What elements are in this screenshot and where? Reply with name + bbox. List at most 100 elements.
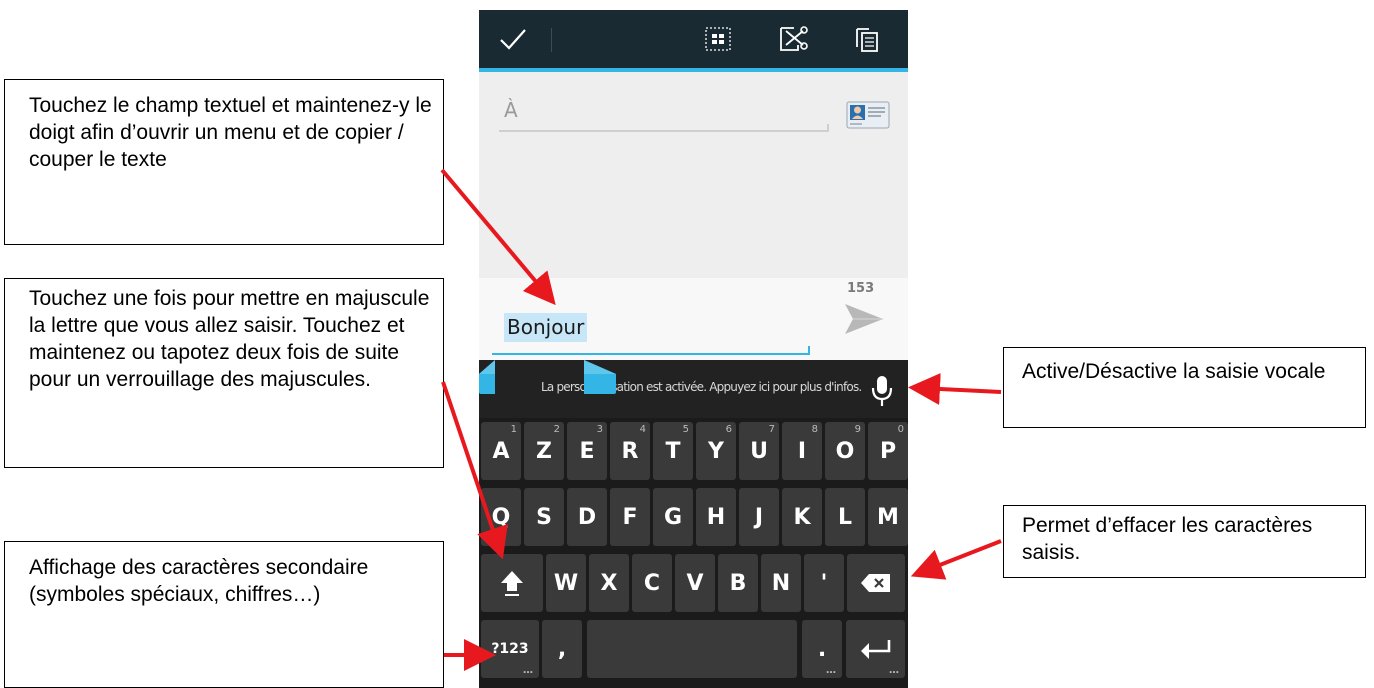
annotation-symbols: Affichage des caractères secondaire (sym… [4, 541, 444, 688]
action-bar [479, 10, 908, 68]
delete-key[interactable] [847, 554, 905, 612]
key-j[interactable]: J [739, 488, 779, 546]
contact-card-icon[interactable] [846, 98, 890, 130]
key-v-label: V [686, 570, 704, 596]
key-t[interactable]: T5 [653, 422, 693, 480]
key-w[interactable]: W [546, 554, 586, 612]
shift-key[interactable] [481, 554, 543, 612]
key-o-label: O [835, 438, 855, 464]
key-g[interactable]: G [653, 488, 693, 546]
key-t-alt-label: 5 [682, 424, 689, 435]
key-f[interactable]: F [610, 488, 650, 546]
key-t-label: T [665, 438, 681, 464]
key-f-label: F [622, 504, 638, 530]
key-k-label: K [793, 504, 811, 530]
comma-key-label: , [557, 636, 567, 662]
key-d-label: D [577, 504, 597, 530]
arrow-voice [908, 373, 1002, 405]
copy-icon[interactable] [851, 10, 883, 68]
key-u-alt-label: 7 [768, 424, 775, 435]
key-c-label: C [643, 570, 661, 596]
key-a[interactable]: A1 [481, 422, 521, 480]
key-u[interactable]: U7 [739, 422, 779, 480]
selection-handle-left-icon[interactable] [479, 360, 511, 394]
key-o-alt-label: 9 [854, 424, 861, 435]
annotation-copy-cut: Touchez le champ textuel et maintenez-y … [4, 79, 444, 245]
key-h[interactable]: H [696, 488, 736, 546]
key-m-label: M [877, 504, 899, 530]
key-y[interactable]: Y6 [696, 422, 736, 480]
key-j-label: J [754, 504, 764, 530]
microphone-icon[interactable] [867, 373, 897, 409]
key-i-label: I [797, 438, 807, 464]
enter-key-more-label: … [889, 665, 899, 676]
key-x[interactable]: X [589, 554, 629, 612]
key-w-label: W [553, 570, 579, 596]
key-b-label: B [729, 570, 747, 596]
recipient-placeholder[interactable]: À [504, 98, 518, 122]
cut-icon[interactable] [775, 10, 811, 68]
key-q-label: Q [491, 504, 511, 530]
key-p-label: P [879, 438, 897, 464]
key-apostrophe-label: ' [820, 570, 828, 596]
annotation-shift: Touchez une fois pour mettre en majuscul… [4, 278, 444, 468]
message-field-underline [492, 353, 810, 355]
suggestion-bar[interactable]: La personnalisation est activée. Appuyez… [479, 360, 908, 418]
selection-handle-right-icon[interactable] [584, 360, 616, 394]
key-z[interactable]: Z2 [524, 422, 564, 480]
key-n[interactable]: N [761, 554, 801, 612]
key-l[interactable]: L [825, 488, 865, 546]
key-n-label: N [771, 570, 791, 596]
period-key-more-label: … [826, 665, 836, 676]
key-z-label: Z [536, 438, 552, 464]
key-r-label: R [621, 438, 639, 464]
key-e[interactable]: E3 [567, 422, 607, 480]
key-e-label: E [579, 438, 595, 464]
char-counter: 153 [847, 281, 875, 296]
recipient-underline-tick [827, 124, 829, 132]
key-e-alt-label: 3 [596, 424, 603, 435]
key-d[interactable]: D [567, 488, 607, 546]
space-key[interactable] [587, 620, 797, 678]
check-icon[interactable] [493, 10, 533, 68]
symbols-key-more-label: … [523, 665, 533, 676]
key-c[interactable]: C [632, 554, 672, 612]
key-s[interactable]: S [524, 488, 564, 546]
key-apostrophe[interactable]: ' [804, 554, 844, 612]
enter-key[interactable]: … [846, 620, 905, 678]
period-key-label: . [817, 636, 827, 662]
key-l-label: L [837, 504, 853, 530]
key-v[interactable]: V [675, 554, 715, 612]
shift-icon [501, 571, 523, 596]
annotation-voice: Active/Désactive la saisie vocale [1003, 347, 1366, 428]
key-b[interactable]: B [718, 554, 758, 612]
period-key[interactable]: .… [802, 620, 842, 678]
key-x-label: X [600, 570, 618, 596]
symbols-key-label: ?123 [491, 641, 529, 657]
phone-screen: À 153 Bonjour La personnalisation est ac… [479, 10, 908, 688]
key-u-label: U [750, 438, 768, 464]
key-z-alt-label: 2 [553, 424, 560, 435]
action-bar-accent-line [479, 68, 908, 72]
arrow-delete [910, 539, 1002, 580]
keyboard: La personnalisation est activée. Appuyez… [479, 360, 908, 688]
key-s-label: S [536, 504, 552, 530]
comma-key[interactable]: , [542, 620, 582, 678]
symbols-key[interactable]: ?123 … [481, 620, 539, 678]
send-icon[interactable] [839, 301, 887, 337]
key-a-label: A [492, 438, 510, 464]
key-m[interactable]: M [868, 488, 908, 546]
key-k[interactable]: K [782, 488, 822, 546]
key-y-label: Y [708, 438, 724, 464]
message-text-selected[interactable]: Bonjour [504, 313, 588, 342]
key-y-alt-label: 6 [725, 424, 732, 435]
key-i[interactable]: I8 [782, 422, 822, 480]
key-q[interactable]: Q [481, 488, 521, 546]
key-r[interactable]: R4 [610, 422, 650, 480]
key-o[interactable]: O9 [825, 422, 865, 480]
action-bar-divider [551, 28, 552, 52]
key-p[interactable]: P0 [868, 422, 908, 480]
select-all-icon[interactable] [701, 10, 735, 68]
key-p-alt-label: 0 [897, 424, 904, 435]
key-i-alt-label: 8 [811, 424, 818, 435]
